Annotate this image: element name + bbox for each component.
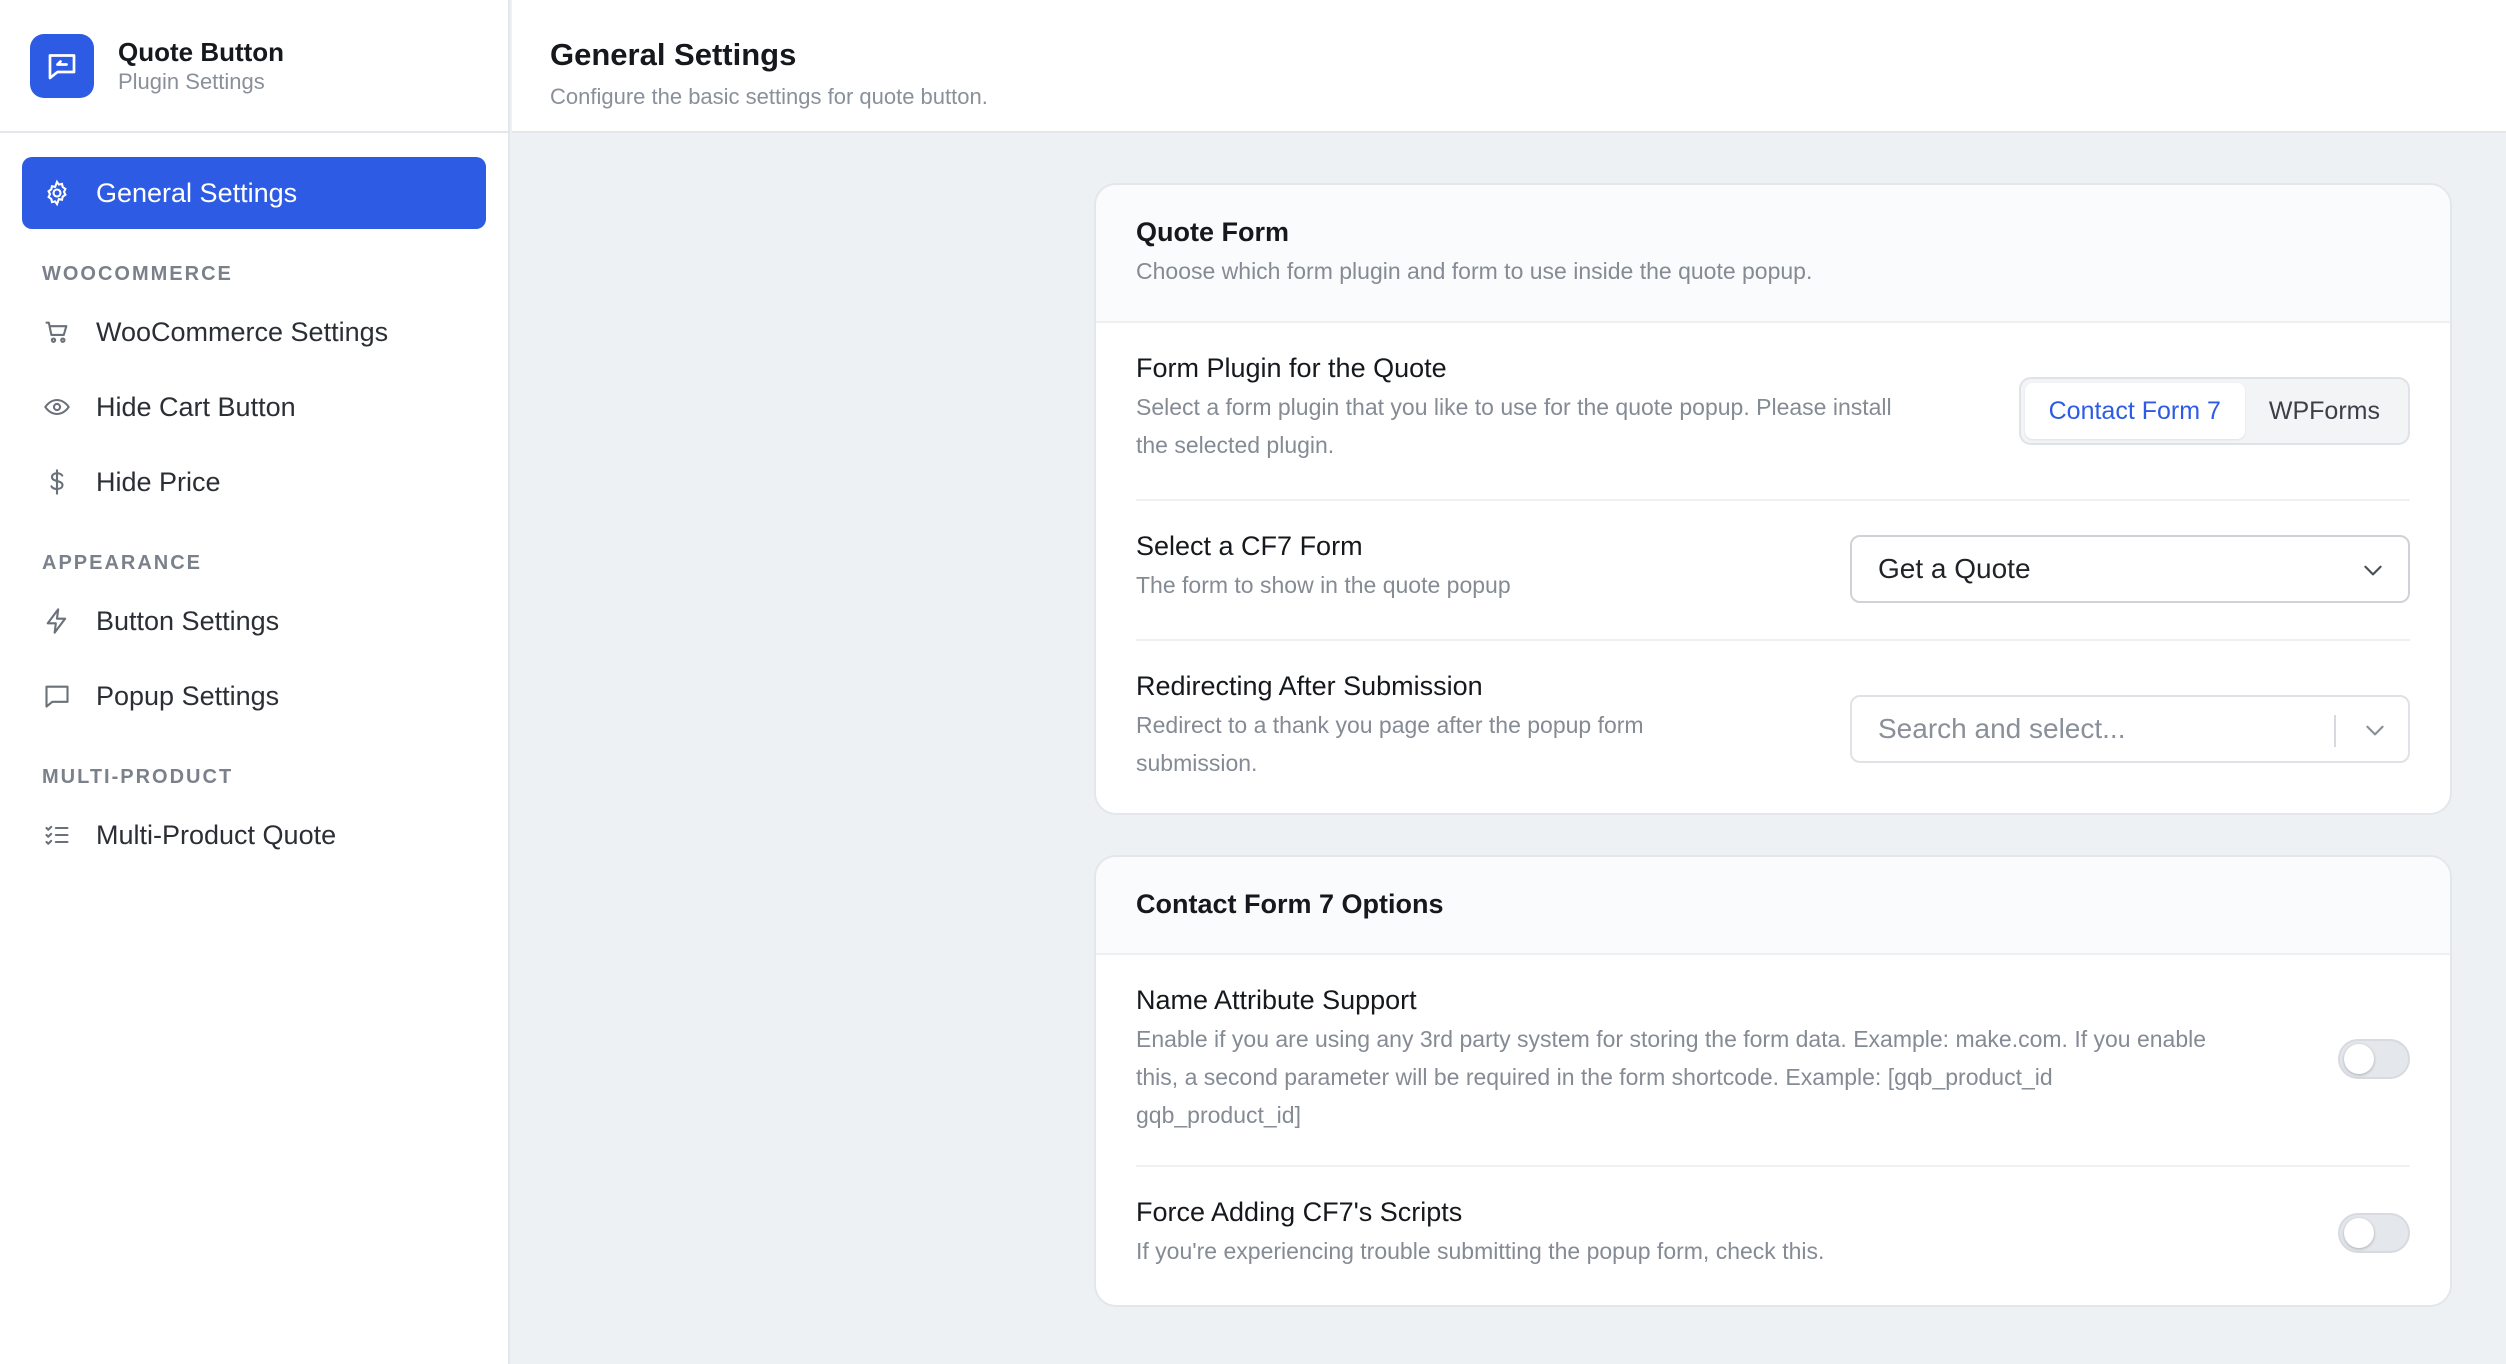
cart-icon: [42, 317, 72, 347]
chevron-down-icon: [2362, 717, 2388, 750]
page-header: General Settings Configure the basic set…: [512, 0, 2506, 133]
card-header: Contact Form 7 Options: [1096, 857, 2450, 955]
form-plugin-row: Form Plugin for the Quote Select a form …: [1136, 323, 2410, 501]
redirect-page-select[interactable]: Search and select...: [1850, 695, 2410, 763]
sidebar-item-multi-product-quote[interactable]: Multi-Product Quote: [22, 799, 486, 871]
row-description: Select a form plugin that you like to us…: [1136, 394, 1892, 458]
sidebar-item-label: Button Settings: [96, 605, 280, 636]
sidebar-item-label: Hide Price: [96, 466, 221, 497]
quote-form-card: Quote Form Choose which form plugin and …: [1094, 183, 2452, 815]
toggle-knob: [2344, 1044, 2374, 1074]
sidebar-item-label: Hide Cart Button: [96, 391, 296, 422]
row-description: Enable if you are using any 3rd party sy…: [1136, 1026, 2207, 1128]
checklist-icon: [42, 820, 72, 850]
row-description: If you're experiencing trouble submittin…: [1136, 1238, 1825, 1264]
sidebar-item-popup-settings[interactable]: Popup Settings: [22, 660, 486, 732]
option-contact-form-7[interactable]: Contact Form 7: [2024, 383, 2245, 439]
sidebar-item-hide-price[interactable]: Hide Price: [22, 446, 486, 518]
message-icon: [42, 681, 72, 711]
cf7-form-select[interactable]: Get a Quote: [1850, 535, 2410, 603]
sidebar-item-woocommerce-settings[interactable]: WooCommerce Settings: [22, 296, 486, 368]
sidebar-item-label: General Settings: [96, 177, 298, 208]
brand-subtitle: Plugin Settings: [118, 68, 265, 94]
sidebar-item-label: WooCommerce Settings: [96, 316, 389, 347]
sidebar-item-button-settings[interactable]: Button Settings: [22, 585, 486, 657]
page-title: General Settings: [550, 37, 797, 72]
select-placeholder: Search and select...: [1878, 713, 2126, 744]
sidebar-item-general-settings[interactable]: General Settings: [22, 157, 486, 229]
select-divider: [2334, 715, 2336, 747]
select-value: Get a Quote: [1878, 553, 2031, 584]
name-attribute-toggle[interactable]: [2338, 1039, 2410, 1079]
quote-logo-icon: [30, 33, 94, 98]
chevron-down-icon: [2360, 557, 2386, 590]
eye-icon: [42, 392, 72, 422]
section-multi-product: MULTI-PRODUCT: [42, 766, 234, 788]
toggle-knob: [2344, 1218, 2374, 1248]
card-header: Quote Form Choose which form plugin and …: [1096, 185, 2450, 323]
card-description: Choose which form plugin and form to use…: [1136, 258, 1813, 284]
sidebar-item-label: Multi-Product Quote: [96, 819, 337, 850]
bolt-icon: [42, 606, 72, 636]
brand: Quote Button Plugin Settings: [0, 0, 508, 133]
dollar-icon: [42, 467, 72, 497]
force-scripts-row: Force Adding CF7's Scripts If you're exp…: [1136, 1167, 2410, 1303]
row-title: Force Adding CF7's Scripts: [1136, 1197, 1463, 1227]
sidebar: Quote Button Plugin Settings General Set…: [0, 0, 510, 1364]
brand-title: Quote Button: [118, 36, 285, 67]
option-wpforms[interactable]: WPForms: [2245, 383, 2404, 439]
card-title: Quote Form: [1136, 217, 1289, 247]
card-title: Contact Form 7 Options: [1136, 889, 1444, 919]
section-woocommerce: WOOCOMMERCE: [42, 263, 233, 285]
row-title: Name Attribute Support: [1136, 985, 1417, 1015]
cf7-options-card: Contact Form 7 Options Name Attribute Su…: [1094, 855, 2452, 1307]
name-attribute-row: Name Attribute Support Enable if you are…: [1136, 955, 2410, 1167]
page-subtitle: Configure the basic settings for quote b…: [550, 84, 988, 109]
section-appearance: APPEARANCE: [42, 552, 203, 574]
sidebar-nav: General Settings WOOCOMMERCE WooCommerce…: [0, 133, 508, 898]
row-description: Redirect to a thank you page after the p…: [1136, 712, 1644, 776]
cf7-form-row: Select a CF7 Form The form to show in th…: [1136, 501, 2410, 641]
gear-icon: [42, 178, 72, 208]
sidebar-item-hide-cart-button[interactable]: Hide Cart Button: [22, 371, 486, 443]
form-plugin-segmented-control: Contact Form 7 WPForms: [2018, 377, 2410, 445]
sidebar-item-label: Popup Settings: [96, 680, 280, 711]
redirect-row: Redirecting After Submission Redirect to…: [1136, 641, 2410, 813]
force-scripts-toggle[interactable]: [2338, 1213, 2410, 1253]
